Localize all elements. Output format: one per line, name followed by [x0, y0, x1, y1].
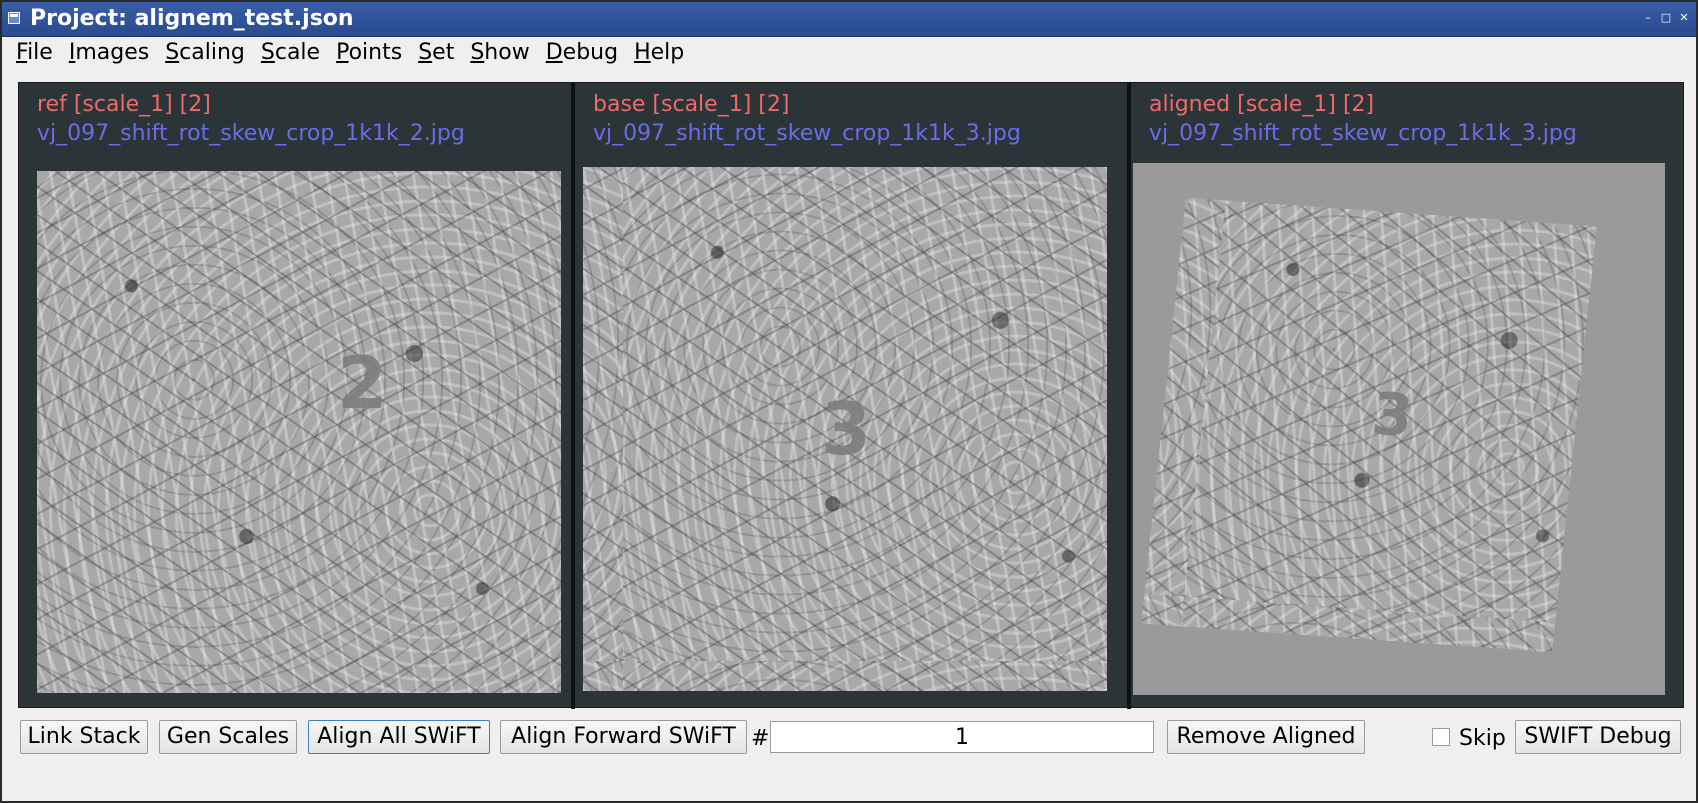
- em-texture: [37, 171, 561, 693]
- align-forward-swift-button[interactable]: Align Forward SWiFT: [500, 720, 747, 754]
- menu-points[interactable]: Points: [336, 38, 402, 68]
- minimize-icon[interactable]: –: [1642, 11, 1654, 25]
- align-all-swift-button[interactable]: Align All SWiFT: [308, 720, 490, 754]
- ref-filename-label: vj_097_shift_rot_skew_crop_1k1k_2.jpg: [37, 121, 465, 146]
- menu-help[interactable]: Help: [634, 38, 684, 68]
- control-bar: Link Stack Gen Scales Align All SWiFT Al…: [2, 718, 1696, 758]
- base-panel[interactable]: base [scale_1] [2] vj_097_shift_rot_skew…: [575, 83, 1127, 709]
- window-menu-icon[interactable]: [8, 12, 20, 24]
- base-digit: 3: [821, 387, 872, 471]
- ref-role-label: ref [scale_1] [2]: [37, 92, 211, 117]
- maximize-icon[interactable]: □: [1660, 11, 1672, 25]
- remove-aligned-button[interactable]: Remove Aligned: [1167, 720, 1365, 754]
- menu-file[interactable]: File: [16, 38, 53, 68]
- menu-bar: File Images Scaling Scale Points Set Sho…: [2, 36, 1696, 70]
- aligned-digit: 3: [1368, 379, 1417, 450]
- title-bar[interactable]: Project: alignem_test.json – □ ✕: [2, 2, 1696, 37]
- ref-image[interactable]: 2: [37, 171, 561, 693]
- link-stack-button[interactable]: Link Stack: [20, 720, 148, 754]
- menu-scaling[interactable]: Scaling: [165, 38, 245, 68]
- menu-show[interactable]: Show: [470, 38, 529, 68]
- base-filename-label: vj_097_shift_rot_skew_crop_1k1k_3.jpg: [593, 121, 1021, 146]
- aligned-filename-label: vj_097_shift_rot_skew_crop_1k1k_3.jpg: [1149, 121, 1577, 146]
- aligned-role-label: aligned [scale_1] [2]: [1149, 92, 1375, 117]
- count-hash-label: #: [751, 726, 770, 751]
- close-icon[interactable]: ✕: [1678, 11, 1690, 25]
- menu-debug[interactable]: Debug: [546, 38, 618, 68]
- count-input[interactable]: [770, 721, 1154, 753]
- base-role-label: base [scale_1] [2]: [593, 92, 790, 117]
- base-image[interactable]: 3: [583, 167, 1107, 691]
- aligned-image: 3: [1141, 197, 1597, 653]
- image-viewer: ref [scale_1] [2] vj_097_shift_rot_skew_…: [18, 82, 1684, 709]
- aligned-canvas[interactable]: 3: [1133, 163, 1665, 695]
- window-controls: – □ ✕: [1642, 11, 1690, 25]
- main-window: Project: alignem_test.json – □ ✕ File Im…: [0, 0, 1698, 803]
- aligned-panel[interactable]: aligned [scale_1] [2] vj_097_shift_rot_s…: [1131, 83, 1683, 709]
- ref-panel[interactable]: ref [scale_1] [2] vj_097_shift_rot_skew_…: [19, 83, 571, 709]
- em-texture: [1141, 197, 1597, 653]
- window-title: Project: alignem_test.json: [30, 6, 354, 31]
- menu-images[interactable]: Images: [69, 38, 149, 68]
- skip-label: Skip: [1459, 726, 1506, 751]
- menu-set[interactable]: Set: [418, 38, 454, 68]
- gen-scales-button[interactable]: Gen Scales: [159, 720, 297, 754]
- menu-scale[interactable]: Scale: [261, 38, 320, 68]
- skip-checkbox[interactable]: [1432, 728, 1450, 746]
- ref-digit: 2: [337, 341, 388, 425]
- swift-debug-button[interactable]: SWIFT Debug: [1515, 720, 1681, 754]
